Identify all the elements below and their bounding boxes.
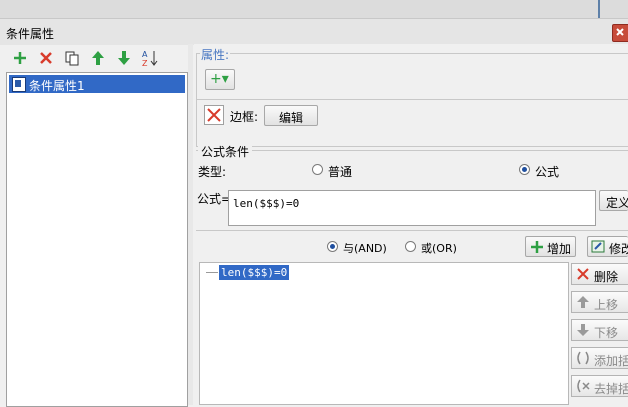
modify-condition-label: 修改 xyxy=(609,242,628,256)
list-item-text: len($$$)=0 xyxy=(221,266,288,279)
edit-icon xyxy=(591,240,605,253)
conditions-list[interactable]: len($$$)=0 xyxy=(199,262,569,405)
delete-x-icon xyxy=(577,268,589,280)
define-formula-label: 定义 xyxy=(606,196,628,210)
add-property-button[interactable]: +▾ xyxy=(205,69,235,90)
edit-border-label: 编辑 xyxy=(279,111,304,125)
border-clear-button[interactable] xyxy=(204,105,224,125)
condition-icon xyxy=(12,77,26,92)
close-button[interactable] xyxy=(612,24,628,42)
toolbar-delete-button[interactable] xyxy=(36,48,56,68)
move-up-condition-button[interactable]: 上移 xyxy=(571,291,628,313)
and-label: 与(AND) xyxy=(343,242,387,255)
formula-label: 公式= xyxy=(197,192,232,206)
edit-border-button[interactable]: 编辑 xyxy=(264,105,318,126)
tree-connector xyxy=(206,272,218,273)
dialog-title: 条件属性 xyxy=(6,27,55,41)
condition-tree[interactable]: 条件属性1 xyxy=(6,72,188,407)
type-label: 类型: xyxy=(198,165,227,179)
or-label: 或(OR) xyxy=(421,242,457,255)
type-radio-normal[interactable] xyxy=(312,164,323,175)
logic-separator xyxy=(196,230,628,231)
properties-separator xyxy=(196,99,628,100)
or-radio[interactable] xyxy=(405,241,416,252)
delete-condition-label: 删除 xyxy=(594,270,619,284)
move-down-condition-label: 下移 xyxy=(594,326,619,340)
type-normal-label: 普通 xyxy=(328,165,353,179)
copy-icon xyxy=(65,51,79,66)
remove-bracket-icon xyxy=(577,379,590,393)
toolbar-move-up-button[interactable] xyxy=(88,48,108,68)
background-window-strip xyxy=(0,0,628,18)
formula-group-line xyxy=(196,150,628,151)
delete-condition-button[interactable]: 删除 xyxy=(571,263,628,285)
arrow-down-icon xyxy=(577,324,589,336)
properties-group-label: 属性: xyxy=(200,46,231,63)
pane-splitter[interactable] xyxy=(188,44,193,405)
formula-input[interactable]: len($$$)=0 xyxy=(228,190,596,226)
bracket-icon xyxy=(577,351,589,365)
svg-text:A: A xyxy=(142,50,148,59)
add-condition-label: 增加 xyxy=(547,242,572,256)
arrow-up-icon xyxy=(92,51,104,65)
move-up-condition-label: 上移 xyxy=(594,298,619,312)
add-property-label: +▾ xyxy=(210,71,229,87)
and-radio[interactable] xyxy=(327,241,338,252)
add-condition-button[interactable]: 增加 xyxy=(525,236,576,257)
remove-bracket-label: 去掉括 xyxy=(594,382,628,396)
delete-x-icon xyxy=(207,108,221,122)
toolbar-move-down-button[interactable] xyxy=(114,48,134,68)
svg-text:Z: Z xyxy=(142,59,148,67)
dialog-title-bar: 条件属性 xyxy=(0,18,628,45)
add-bracket-label: 添加括 xyxy=(594,354,628,368)
toolbar-add-button[interactable] xyxy=(10,48,30,68)
type-formula-label: 公式 xyxy=(535,165,560,179)
toolbar-copy-button[interactable] xyxy=(62,48,82,68)
list-item[interactable]: len($$$)=0 xyxy=(219,265,290,280)
modify-condition-button[interactable]: 修改 xyxy=(587,236,628,257)
formula-group-label: 公式条件 xyxy=(198,143,253,160)
toolbar-sort-button[interactable]: A Z xyxy=(140,48,160,68)
close-icon xyxy=(616,28,624,36)
arrow-down-icon xyxy=(118,51,130,65)
formula-input-value: len($$$)=0 xyxy=(233,197,300,210)
sort-az-icon: A Z xyxy=(142,50,158,67)
type-radio-formula[interactable] xyxy=(519,164,530,175)
tree-item-label: 条件属性1 xyxy=(29,79,85,93)
plus-icon xyxy=(14,52,26,64)
remove-bracket-button[interactable]: 去掉括 xyxy=(571,375,628,397)
border-label: 边框: xyxy=(230,110,259,124)
background-divider xyxy=(598,0,600,18)
arrow-up-icon xyxy=(577,296,589,308)
properties-group xyxy=(196,53,628,147)
add-bracket-button[interactable]: 添加括 xyxy=(571,347,628,369)
move-down-condition-button[interactable]: 下移 xyxy=(571,319,628,341)
plus-icon xyxy=(531,241,543,253)
define-formula-button[interactable]: 定义 xyxy=(599,190,628,211)
delete-x-icon xyxy=(40,52,52,64)
tree-item-condition-1[interactable]: 条件属性1 xyxy=(9,75,185,93)
